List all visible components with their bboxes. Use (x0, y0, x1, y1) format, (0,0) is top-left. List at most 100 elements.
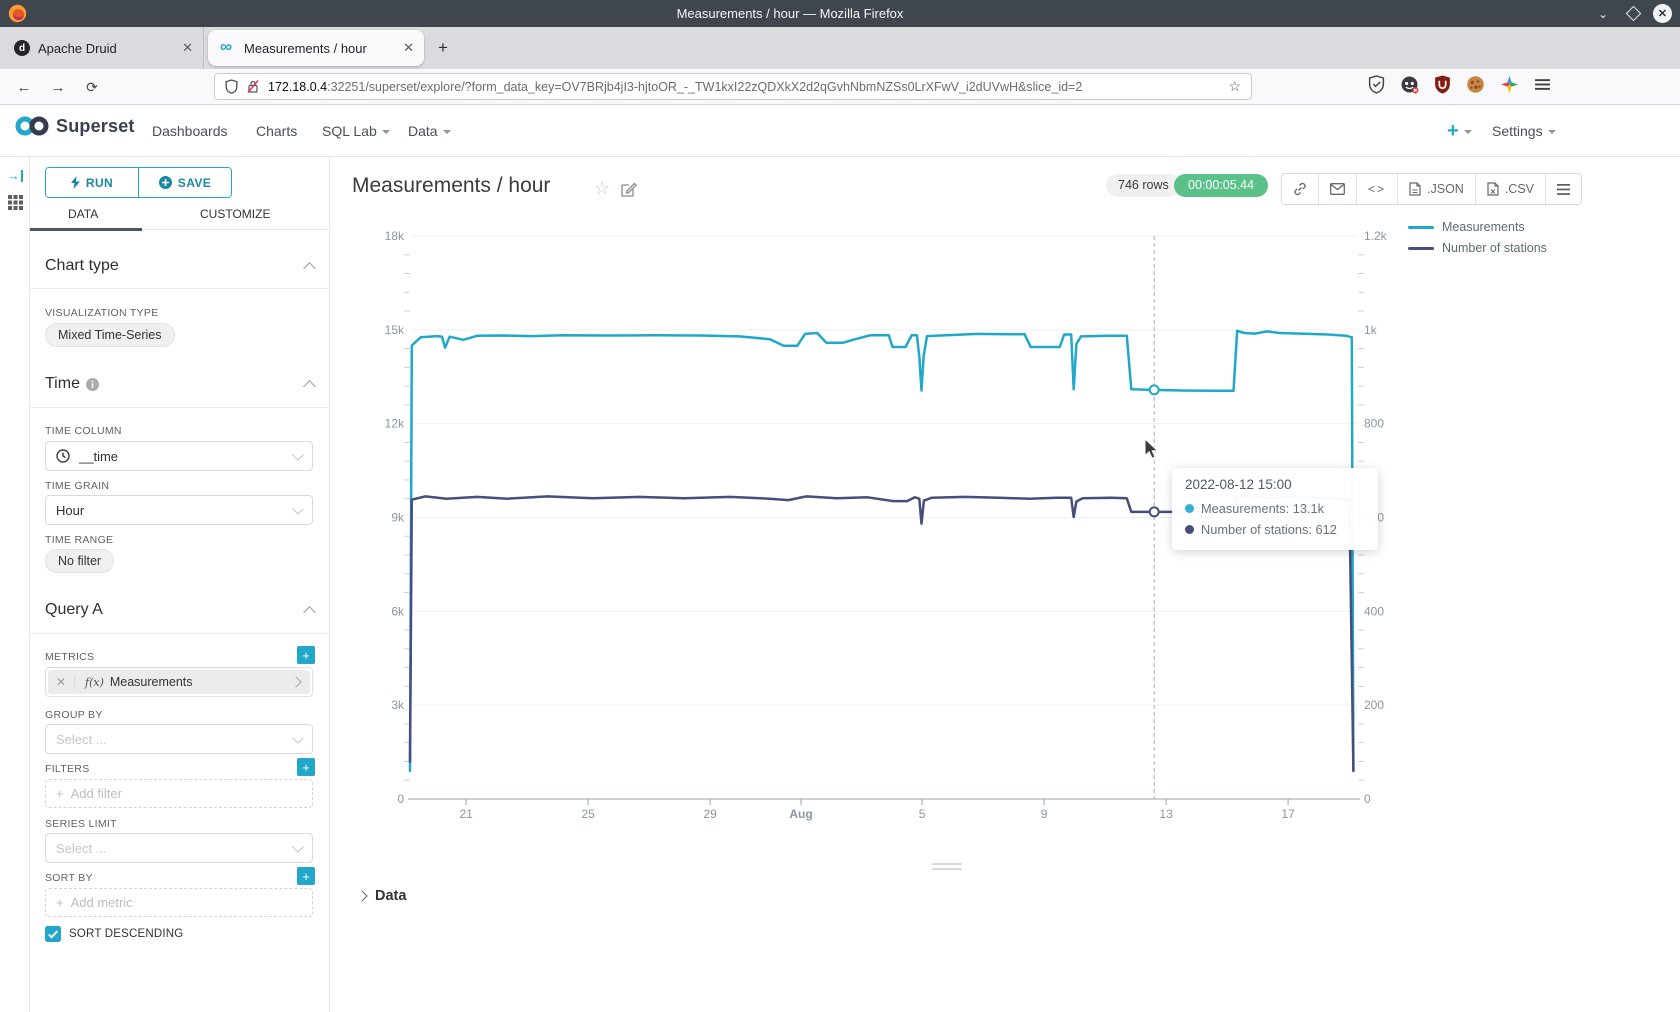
insecure-lock-icon[interactable] (247, 79, 259, 94)
data-panel-header[interactable]: Data (358, 888, 406, 904)
plus-circle-icon (159, 176, 172, 189)
control-panel: RUN SAVE DATA CUSTOMIZE Chart type VISUA… (30, 157, 330, 1012)
tracking-shield-icon[interactable] (225, 79, 238, 94)
fx-icon: f(x) (85, 676, 104, 689)
series-limit-label: SERIES LIMIT (45, 818, 117, 830)
back-button[interactable]: ← (12, 75, 36, 99)
timeseries-chart[interactable]: 03k6k9k12k15k18k02004006008001k1.2k21252… (330, 157, 1680, 1012)
url-bar[interactable]: 172.18.0.4:32251/superset/explore/?form_… (214, 73, 1252, 100)
minimize-icon[interactable]: ⌄ (1593, 4, 1613, 24)
datasource-grid-icon[interactable] (8, 195, 23, 210)
nav-sql-lab[interactable]: SQL Lab (322, 105, 390, 157)
export-json-button[interactable]: .JSON (1397, 174, 1475, 204)
druid-favicon-icon: d (14, 40, 30, 56)
legend-item-number-of-stations[interactable]: Number of stations (1408, 241, 1547, 255)
screen: Measurements / hour — Mozilla Firefox ⌄ … (0, 0, 1680, 1012)
close-icon[interactable]: ✕ (1653, 4, 1672, 23)
legend-item-measurements[interactable]: Measurements (1408, 220, 1547, 234)
pocket-shield-icon[interactable] (1368, 75, 1385, 94)
app-menu-icon[interactable] (1534, 76, 1551, 93)
edit-title-icon[interactable] (621, 181, 637, 197)
reload-button[interactable]: ⟳ (80, 75, 104, 99)
group-by-label: GROUP BY (45, 709, 103, 721)
section-time[interactable]: Time (45, 375, 314, 393)
metric-item[interactable]: ✕ f(x) Measurements (45, 667, 313, 697)
favorite-star-icon[interactable]: ☆ (594, 178, 610, 199)
nav-data[interactable]: Data (408, 105, 451, 157)
email-button[interactable] (1318, 174, 1356, 204)
chart-legend: Measurements Number of stations (1408, 220, 1547, 255)
plus-icon: + (56, 895, 64, 910)
time-column-label: TIME COLUMN (45, 425, 122, 437)
sort-descending-row[interactable]: SORT DESCENDING (45, 926, 183, 942)
tab-data[interactable]: DATA (68, 203, 98, 229)
caret-down-icon (1464, 130, 1472, 134)
add-metric-plus-button[interactable]: + (297, 646, 315, 664)
y-right-tick-label: 1.2k (1364, 229, 1388, 243)
link-icon (1293, 182, 1307, 196)
section-chart-type[interactable]: Chart type (45, 257, 314, 275)
metrics-label: METRICS (45, 651, 94, 663)
embed-code-button[interactable]: <> (1356, 174, 1397, 204)
x-tick-label: 13 (1159, 807, 1173, 821)
time-column-select[interactable]: __time (45, 441, 313, 471)
add-filter-plus-button[interactable]: + (297, 758, 315, 776)
sort-by-label: SORT BY (45, 872, 93, 884)
extension-pinwheel-icon[interactable] (1500, 75, 1519, 94)
tab-apache-druid[interactable]: d Apache Druid ✕ (0, 27, 204, 69)
forward-button[interactable]: → (46, 75, 70, 99)
expand-datasource-panel-icon[interactable]: → (7, 168, 23, 183)
settings-menu[interactable]: Settings (1492, 105, 1556, 157)
time-range-pill[interactable]: No filter (45, 549, 114, 573)
run-button[interactable]: RUN (46, 168, 138, 197)
browser-toolbar: ← → ⟳ 172.18.0.4:32251/superset/explore/… (0, 69, 1680, 105)
viz-type-pill[interactable]: Mixed Time-Series (45, 323, 175, 347)
export-csv-button[interactable]: .CSV (1475, 174, 1545, 204)
chevron-down-icon (292, 449, 303, 460)
checkbox-checked-icon[interactable] (45, 926, 61, 942)
time-grain-select[interactable]: Hour (45, 495, 313, 525)
bookmark-star-icon[interactable]: ☆ (1228, 78, 1241, 95)
sort-descending-label: SORT DESCENDING (69, 928, 183, 940)
add-sort-metric-plus-button[interactable]: + (297, 867, 315, 885)
y-right-tick-label: 400 (1364, 604, 1384, 618)
cookie-icon[interactable] (1466, 75, 1485, 94)
query-timer-badge: 00:00:05.44 (1174, 174, 1268, 197)
chevron-up-icon (303, 380, 316, 393)
tab-close-icon[interactable]: ✕ (182, 40, 193, 56)
pane-resize-handle[interactable] (932, 863, 962, 873)
chart-menu-button[interactable] (1545, 174, 1581, 204)
container-mask-icon[interactable] (1400, 75, 1419, 94)
maximize-icon[interactable] (1623, 4, 1643, 24)
save-button[interactable]: SAVE (138, 168, 231, 197)
tab-customize[interactable]: CUSTOMIZE (200, 203, 270, 229)
tab-close-icon[interactable]: ✕ (403, 40, 414, 56)
superset-logo-icon (14, 115, 50, 137)
new-tab-button[interactable]: + (430, 35, 456, 61)
caret-down-icon (382, 130, 390, 134)
add-new-button[interactable]: + (1447, 105, 1472, 157)
add-sort-metric-box[interactable]: +Add metric (45, 888, 313, 917)
series-limit-select[interactable]: Select ... (45, 833, 313, 863)
group-by-select[interactable]: Select ... (45, 724, 313, 754)
tab-label: Apache Druid (38, 41, 117, 56)
superset-brand[interactable]: Superset (14, 115, 135, 137)
time-grain-label: TIME GRAIN (45, 480, 109, 492)
remove-metric-icon[interactable]: ✕ (48, 675, 75, 689)
active-tab-indicator (30, 228, 142, 231)
panel-tabs: DATA CUSTOMIZE (30, 203, 329, 230)
y-right-tick-label: 800 (1364, 417, 1384, 431)
tab-label: Measurements / hour (244, 41, 367, 56)
section-query-a[interactable]: Query A (45, 601, 314, 619)
x-tick-label: 9 (1041, 807, 1048, 821)
add-filter-box[interactable]: +Add filter (45, 779, 313, 808)
clock-icon (56, 449, 70, 463)
nav-dashboards[interactable]: Dashboards (152, 105, 228, 157)
url-host: 172.18.0.4 (268, 80, 327, 94)
nav-charts[interactable]: Charts (256, 105, 297, 157)
copy-link-button[interactable] (1282, 174, 1318, 204)
tab-measurements-hour[interactable]: ∞ Measurements / hour ✕ (208, 30, 424, 66)
expand-metric-icon[interactable] (290, 676, 301, 687)
chart-toolbar: <> .JSON .CSV (1281, 173, 1582, 205)
ublock-icon[interactable] (1434, 75, 1451, 94)
